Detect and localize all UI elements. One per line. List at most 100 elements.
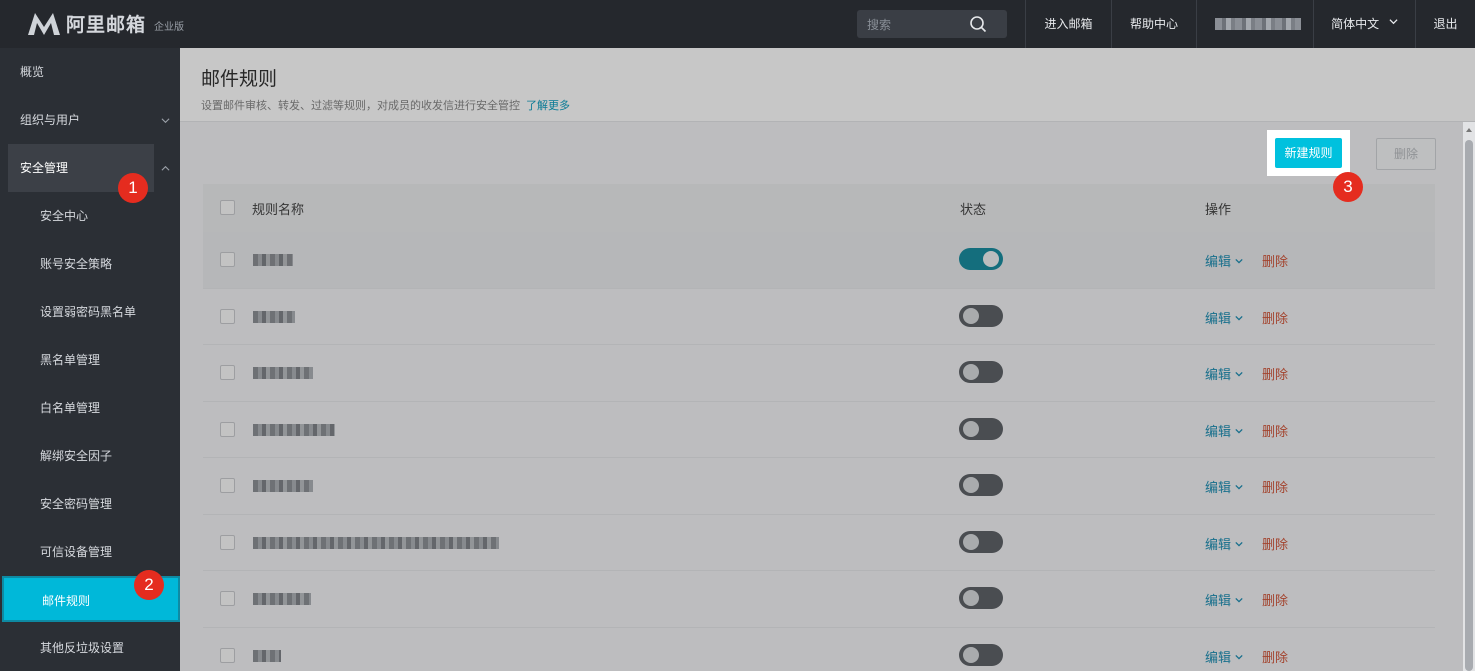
sidebar-item-blacklist[interactable]: 黑名单管理	[0, 336, 180, 384]
sidebar-item-label: 其他反垃圾设置	[40, 641, 125, 655]
toggle-knob	[963, 307, 979, 324]
row-checkbox[interactable]	[220, 308, 235, 324]
sidebar-item-trusted-devices[interactable]: 可信设备管理	[0, 528, 180, 576]
header-rule-name: 规则名称	[252, 203, 305, 218]
sidebar-item-label: 邮件规则	[42, 594, 91, 608]
status-toggle[interactable]	[959, 643, 1003, 666]
row-checkbox[interactable]	[220, 365, 235, 380]
delete-link[interactable]: 删除	[1262, 647, 1288, 666]
delete-button[interactable]: 删除	[1376, 138, 1436, 170]
edit-label: 编辑	[1205, 537, 1232, 553]
rule-name-redacted	[253, 423, 335, 436]
delete-link[interactable]: 删除	[1262, 590, 1288, 609]
rule-name-redacted	[253, 254, 293, 266]
logout-link[interactable]: 退出	[1415, 0, 1475, 48]
sidebar-item-label: 安全管理	[20, 161, 69, 175]
sidebar-item-whitelist[interactable]: 白名单管理	[0, 384, 180, 432]
rule-name-redacted	[253, 367, 313, 379]
rule-name-redacted	[253, 649, 281, 662]
new-rule-highlight: 新建规则	[1267, 130, 1350, 176]
brand-edition: 企业版	[154, 22, 185, 33]
delete-link[interactable]: 删除	[1262, 251, 1288, 270]
search-box[interactable]: 搜索	[857, 10, 1007, 38]
chevron-down-icon	[1235, 484, 1243, 490]
delete-link[interactable]: 删除	[1262, 534, 1288, 553]
delete-link[interactable]: 删除	[1262, 364, 1288, 383]
row-checkbox[interactable]	[220, 647, 235, 663]
status-toggle[interactable]	[959, 587, 1003, 609]
new-rule-button[interactable]: 新建规则	[1275, 138, 1342, 168]
sidebar-item-security-center[interactable]: 安全中心	[0, 192, 180, 240]
edit-link[interactable]: 编辑	[1205, 590, 1243, 609]
edit-label: 编辑	[1205, 594, 1232, 609]
row-checkbox[interactable]	[220, 534, 235, 550]
sidebar-item-label: 组织与用户	[20, 113, 81, 127]
status-toggle[interactable]	[959, 248, 1003, 270]
scroll-up-arrow-icon[interactable]	[1465, 126, 1473, 134]
chevron-down-icon	[1235, 371, 1243, 377]
edit-link[interactable]: 编辑	[1205, 364, 1243, 383]
status-toggle[interactable]	[959, 474, 1003, 496]
edit-link[interactable]: 编辑	[1205, 251, 1243, 270]
sidebar-item-weak-password[interactable]: 设置弱密码黑名单	[0, 288, 180, 336]
edit-link[interactable]: 编辑	[1205, 477, 1243, 496]
help-center-link[interactable]: 帮助中心	[1111, 0, 1196, 48]
sidebar-item-overview[interactable]: 概览	[0, 48, 180, 96]
select-all-checkbox[interactable]	[220, 200, 235, 215]
page-subtitle-text: 设置邮件审核、转发、过滤等规则，对成员的收发信进行安全管控	[201, 99, 520, 112]
row-checkbox[interactable]	[220, 421, 235, 437]
sidebar-item-label: 设置弱密码黑名单	[40, 305, 137, 319]
edit-link[interactable]: 编辑	[1205, 647, 1243, 666]
row-checkbox[interactable]	[220, 252, 235, 267]
sidebar-item-label: 概览	[20, 65, 45, 79]
sidebar-item-org-users[interactable]: 组织与用户	[0, 96, 180, 144]
table-row: 编辑 删除	[203, 627, 1435, 671]
status-toggle[interactable]	[959, 361, 1003, 383]
sidebar-item-label: 黑名单管理	[40, 353, 101, 367]
delete-link[interactable]: 删除	[1262, 477, 1288, 496]
status-toggle[interactable]	[959, 530, 1003, 553]
page-header: 邮件规则 设置邮件审核、转发、过滤等规则，对成员的收发信进行安全管控 了解更多	[180, 48, 1475, 122]
sidebar-item-label: 可信设备管理	[40, 545, 113, 559]
sidebar-item-security-password[interactable]: 安全密码管理	[0, 480, 180, 528]
logo[interactable]: 阿里邮箱 企业版	[26, 10, 184, 37]
chevron-up-icon	[161, 165, 170, 171]
chevron-down-icon	[1235, 541, 1243, 547]
edit-link[interactable]: 编辑	[1205, 308, 1243, 327]
sidebar-item-unbind-factor[interactable]: 解绑安全因子	[0, 432, 180, 480]
edit-label: 编辑	[1205, 481, 1232, 496]
toggle-knob	[963, 477, 979, 493]
toggle-knob	[983, 251, 999, 267]
header-actions: 操作	[1205, 203, 1232, 218]
learn-more-link[interactable]: 了解更多	[526, 99, 570, 112]
language-selector[interactable]: 简体中文	[1313, 0, 1415, 48]
edit-label: 编辑	[1205, 368, 1232, 383]
chevron-down-icon	[1389, 19, 1398, 25]
toggle-knob	[963, 364, 979, 380]
toggle-knob	[963, 646, 979, 663]
delete-link[interactable]: 删除	[1262, 308, 1288, 327]
edit-link[interactable]: 编辑	[1205, 534, 1243, 553]
row-checkbox[interactable]	[220, 591, 235, 606]
table-row: 编辑 删除	[203, 514, 1435, 571]
status-toggle[interactable]	[959, 417, 1003, 440]
sidebar-item-anti-spam[interactable]: 其他反垃圾设置	[0, 624, 180, 671]
delete-link[interactable]: 删除	[1262, 421, 1288, 440]
chevron-down-icon	[1235, 258, 1243, 264]
enter-mail-link[interactable]: 进入邮箱	[1025, 0, 1111, 48]
status-toggle[interactable]	[959, 304, 1003, 327]
row-checkbox[interactable]	[220, 478, 235, 493]
logo-m-icon	[28, 12, 60, 35]
search-icon[interactable]	[969, 15, 987, 33]
sidebar-item-label: 账号安全策略	[40, 257, 113, 271]
edit-label: 编辑	[1205, 255, 1232, 270]
edit-link[interactable]: 编辑	[1205, 421, 1243, 440]
toggle-knob	[963, 420, 979, 437]
edit-label: 编辑	[1205, 311, 1232, 327]
sidebar-item-account-policy[interactable]: 账号安全策略	[0, 240, 180, 288]
scrollbar-thumb[interactable]	[1465, 140, 1473, 671]
sidebar-item-label: 安全密码管理	[40, 497, 113, 511]
user-name-redacted	[1215, 18, 1301, 30]
user-account[interactable]	[1196, 0, 1313, 48]
table-row: 编辑 删除	[203, 345, 1435, 402]
